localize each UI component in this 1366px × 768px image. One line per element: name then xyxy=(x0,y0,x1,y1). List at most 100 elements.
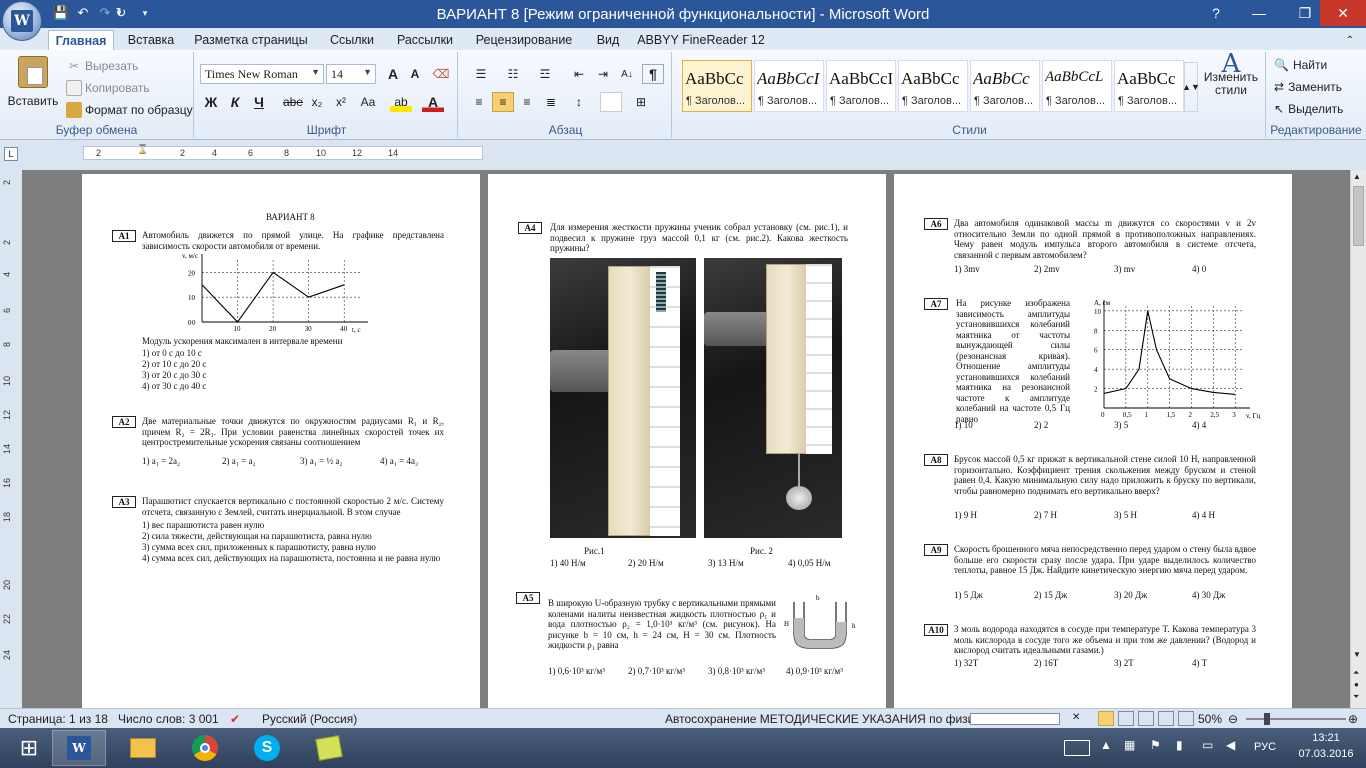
horizontal-ruler[interactable]: L 2 2 4 6 8 10 12 14 ⌛ xyxy=(0,140,1366,170)
skype-taskbar-icon[interactable]: S xyxy=(240,730,294,766)
close-button[interactable]: ✕ xyxy=(1320,0,1366,26)
tab-selector-icon[interactable]: L xyxy=(4,147,18,161)
style-item[interactable]: AaBbCcL ¶ Заголов... xyxy=(1042,60,1112,112)
font-name-combo[interactable]: Times New Roman ▼ xyxy=(200,64,324,84)
clock-date[interactable]: 07.03.2016 xyxy=(1296,748,1356,760)
word-app-icon[interactable]: W xyxy=(2,1,42,41)
flag-icon[interactable]: ⚑ xyxy=(1150,738,1161,752)
superscript-button[interactable]: x² xyxy=(330,92,352,112)
style-item[interactable]: AaBbCc ¶ Заголов... xyxy=(898,60,968,112)
tab-review[interactable]: Рецензирование xyxy=(468,30,580,50)
zoom-level[interactable]: 50% xyxy=(1198,712,1222,726)
web-layout-icon[interactable] xyxy=(1138,711,1154,726)
zoom-in-icon[interactable]: ⊕ xyxy=(1348,712,1358,726)
minimize-button[interactable]: — xyxy=(1236,0,1282,26)
style-item[interactable]: AaBbCc ¶ Заголов... xyxy=(1114,60,1184,112)
align-center-icon[interactable]: ≡ xyxy=(492,92,514,112)
line-spacing-icon[interactable]: ↕ xyxy=(568,92,590,112)
document-area[interactable]: ВАРИАНТ 8 А1 Автомобиль движется по прям… xyxy=(22,170,1350,708)
borders-icon[interactable]: ⊞ xyxy=(630,92,652,112)
chrome-taskbar-icon[interactable] xyxy=(178,730,232,766)
proofing-icon[interactable]: ✔ xyxy=(230,712,240,726)
strikethrough-button[interactable]: abe xyxy=(282,92,304,112)
page-2[interactable]: А4 Для измерения жесткости пружины учени… xyxy=(488,174,886,708)
decrease-indent-icon[interactable]: ⇤ xyxy=(568,64,590,84)
bold-button[interactable]: Ж xyxy=(200,92,222,112)
bullets-icon[interactable]: ☰ xyxy=(470,64,492,84)
explorer-taskbar-icon[interactable] xyxy=(116,730,170,766)
word-count[interactable]: Число слов: 3 001 xyxy=(118,712,219,726)
clear-format-icon[interactable]: ⌫ xyxy=(430,64,452,84)
clock-time[interactable]: 13:21 xyxy=(1296,732,1356,744)
highlight-icon[interactable]: ab xyxy=(390,92,412,112)
keyboard-icon[interactable] xyxy=(1064,740,1090,756)
multilevel-list-icon[interactable]: ☲ xyxy=(534,64,556,84)
tab-view[interactable]: Вид xyxy=(588,30,628,50)
style-item[interactable]: AaBbCc ¶ Заголов... xyxy=(682,60,752,112)
copy-button[interactable]: Копировать xyxy=(66,80,150,96)
vertical-scrollbar[interactable]: ▲ ▼ ⏶ ● ⏷ xyxy=(1350,170,1366,708)
paste-button[interactable]: Вставить xyxy=(8,56,58,116)
style-item[interactable]: AaBbCcI ¶ Заголов... xyxy=(826,60,896,112)
font-color-icon[interactable]: A xyxy=(422,92,444,112)
select-button[interactable]: ↖ Выделить xyxy=(1274,102,1343,116)
language[interactable]: Русский (Россия) xyxy=(262,712,357,726)
style-item[interactable]: AaBbCcI ¶ Заголов... xyxy=(754,60,824,112)
format-painter-button[interactable]: Формат по образцу xyxy=(66,102,193,118)
prev-page-icon[interactable]: ⏶ xyxy=(1353,668,1359,678)
zoom-out-icon[interactable]: ⊖ xyxy=(1228,712,1238,726)
browse-object-icon[interactable]: ● xyxy=(1354,680,1359,689)
increase-indent-icon[interactable]: ⇥ xyxy=(592,64,614,84)
draft-icon[interactable] xyxy=(1178,711,1194,726)
view-ruler-icon[interactable] xyxy=(1350,140,1366,170)
tray-expand-icon[interactable]: ▲ xyxy=(1100,738,1112,752)
style-item[interactable]: AaBbCc ¶ Заголов... xyxy=(970,60,1040,112)
tab-page-layout[interactable]: Разметка страницы xyxy=(188,30,314,50)
cut-button[interactable]: ✂ Вырезать xyxy=(66,58,138,74)
outline-icon[interactable] xyxy=(1158,711,1174,726)
shading-icon[interactable] xyxy=(600,92,622,112)
volume-icon[interactable]: ◀ xyxy=(1226,738,1235,752)
tab-mailings[interactable]: Рассылки xyxy=(390,30,460,50)
scroll-thumb[interactable] xyxy=(1353,186,1364,246)
word-taskbar-icon[interactable]: W xyxy=(52,730,106,766)
notes-taskbar-icon[interactable] xyxy=(302,730,356,766)
start-button[interactable]: ⊞ xyxy=(2,730,56,766)
print-layout-icon[interactable] xyxy=(1098,711,1114,726)
italic-button[interactable]: К xyxy=(224,92,246,112)
signal-icon[interactable]: ▮ xyxy=(1176,738,1183,752)
cancel-autosave-icon[interactable]: ✕ xyxy=(1072,712,1080,723)
tab-references[interactable]: Ссылки xyxy=(322,30,382,50)
page-3[interactable]: А6 Два автомобиля одинаковой массы m дви… xyxy=(894,174,1292,708)
tab-home[interactable]: Главная xyxy=(48,30,114,50)
zoom-slider-thumb[interactable] xyxy=(1264,713,1270,725)
tab-insert[interactable]: Вставка xyxy=(120,30,182,50)
input-language[interactable]: РУС xyxy=(1254,741,1276,753)
page-count[interactable]: Страница: 1 из 18 xyxy=(8,712,108,726)
battery-icon[interactable]: ▭ xyxy=(1202,738,1213,752)
ribbon-collapse-icon[interactable]: ⌃ xyxy=(1338,30,1362,50)
numbering-icon[interactable]: ☷ xyxy=(502,64,524,84)
shrink-font-button[interactable]: A xyxy=(404,64,426,84)
grow-font-button[interactable]: A xyxy=(382,64,404,84)
network-icon[interactable]: ▦ xyxy=(1124,738,1135,752)
sort-icon[interactable]: A↓ xyxy=(616,64,638,84)
underline-button[interactable]: Ч xyxy=(248,92,270,112)
change-case-button[interactable]: Aa xyxy=(354,92,382,112)
scroll-down-icon[interactable]: ▼ xyxy=(1353,650,1361,659)
font-size-combo[interactable]: 14 ▼ xyxy=(326,64,376,84)
scroll-up-icon[interactable]: ▲ xyxy=(1353,172,1361,181)
help-button[interactable]: ? xyxy=(1198,0,1234,26)
change-styles-button[interactable]: A Изменить стили xyxy=(1202,51,1260,97)
align-left-icon[interactable]: ≡ xyxy=(468,92,490,112)
find-button[interactable]: 🔍 Найти xyxy=(1274,58,1327,72)
zoom-slider[interactable] xyxy=(1246,718,1346,720)
show-marks-button[interactable]: ¶ xyxy=(642,64,664,84)
tab-abbyy[interactable]: ABBYY FineReader 12 xyxy=(636,30,766,50)
indent-marker-icon[interactable]: ⌛ xyxy=(137,144,148,155)
styles-scroll-icon[interactable]: ▲▼ xyxy=(1182,62,1200,112)
page-1[interactable]: ВАРИАНТ 8 А1 Автомобиль движется по прям… xyxy=(82,174,480,708)
justify-icon[interactable]: ≣ xyxy=(540,92,562,112)
subscript-button[interactable]: x₂ xyxy=(306,92,328,112)
full-screen-icon[interactable] xyxy=(1118,711,1134,726)
